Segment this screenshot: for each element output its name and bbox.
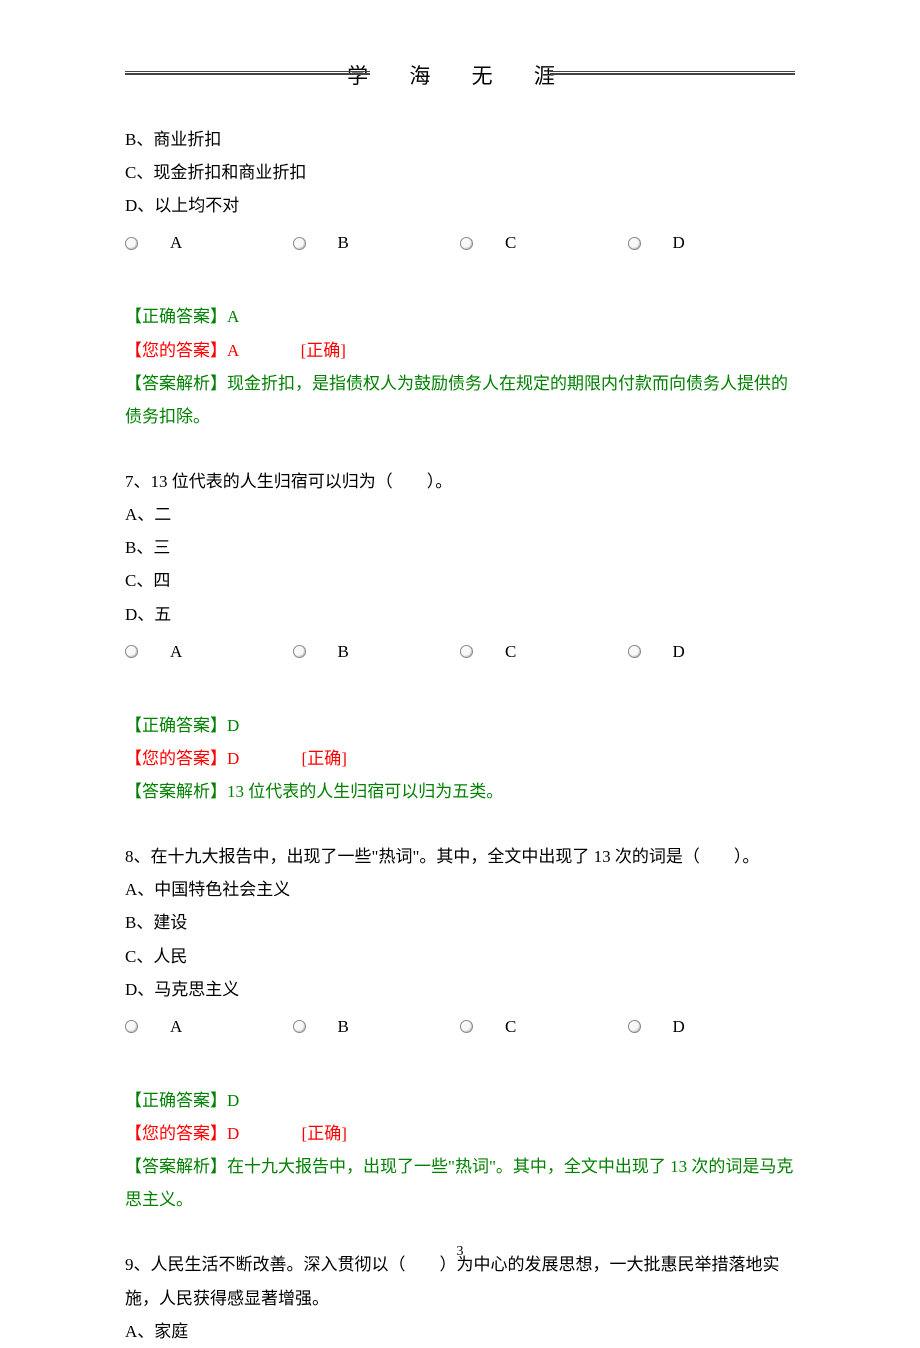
radio-icon (125, 1020, 138, 1033)
radio-icon (460, 237, 473, 250)
q7-radio-d[interactable]: D (628, 635, 796, 669)
q8-option-d: D、马克思主义 (125, 973, 795, 1006)
radio-label: B (338, 226, 349, 260)
page-header: 学 海 无 涯 (125, 60, 795, 90)
q6-your-answer: 【您的答案】A (125, 341, 238, 360)
q7-answer-block: 【正确答案】D 【您的答案】D [正确] 【答案解析】13 位代表的人生归宿可以… (125, 709, 795, 808)
radio-icon (460, 1020, 473, 1033)
radio-icon (293, 1020, 306, 1033)
q6-radio-c[interactable]: C (460, 226, 628, 260)
radio-label: C (505, 635, 516, 669)
radio-icon (125, 645, 138, 658)
q7-radio-b[interactable]: B (293, 635, 461, 669)
q7-question: 7、13 位代表的人生归宿可以归为（ ）。 (125, 465, 795, 498)
q6-status: [正确] (301, 334, 346, 367)
radio-label: B (338, 1010, 349, 1044)
q8-correct-answer: 【正确答案】D (125, 1084, 795, 1117)
q7-correct-answer: 【正确答案】D (125, 709, 795, 742)
q8-answer-block: 【正确答案】D 【您的答案】D [正确] 【答案解析】在十九大报告中，出现了一些… (125, 1084, 795, 1217)
radio-label: B (338, 635, 349, 669)
q6-your-answer-line: 【您的答案】A [正确] (125, 334, 795, 367)
radio-icon (125, 237, 138, 250)
radio-label: C (505, 226, 516, 260)
q8-explanation: 【答案解析】在十九大报告中，出现了一些"热词"。其中，全文中出现了 13 次的词… (125, 1150, 795, 1216)
q6-explanation: 【答案解析】现金折扣，是指债权人为鼓励债务人在规定的期限内付款而向债务人提供的债… (125, 367, 795, 433)
q6-option-c: C、现金折扣和商业折扣 (125, 156, 795, 189)
q8-option-b: B、建设 (125, 906, 795, 939)
radio-icon (293, 645, 306, 658)
q6-option-d: D、以上均不对 (125, 189, 795, 222)
page-number: 3 (0, 1244, 920, 1260)
q8-option-a: A、中国特色社会主义 (125, 873, 795, 906)
q6-radio-a[interactable]: A (125, 226, 293, 260)
q8-question: 8、在十九大报告中，出现了一些"热词"。其中，全文中出现了 13 次的词是（ ）… (125, 840, 795, 873)
q7-option-d: D、五 (125, 598, 795, 631)
radio-label: A (170, 635, 182, 669)
q8-radio-d[interactable]: D (628, 1010, 796, 1044)
q8-option-c: C、人民 (125, 940, 795, 973)
radio-label: A (170, 226, 182, 260)
q7-option-a: A、二 (125, 498, 795, 531)
q8-radio-group: A B C D (125, 1010, 795, 1044)
q8-your-answer-line: 【您的答案】D [正确] (125, 1117, 795, 1150)
q6-radio-group: A B C D (125, 226, 795, 260)
radio-label: D (673, 226, 685, 260)
q6-answer-block: 【正确答案】A 【您的答案】A [正确] 【答案解析】现金折扣，是指债权人为鼓励… (125, 300, 795, 433)
header-title: 学 海 无 涯 (327, 60, 593, 90)
q8-radio-a[interactable]: A (125, 1010, 293, 1044)
q7-option-c: C、四 (125, 564, 795, 597)
q8-your-answer: 【您的答案】D (125, 1124, 239, 1143)
radio-icon (460, 645, 473, 658)
q7-your-answer: 【您的答案】D (125, 749, 239, 768)
radio-label: D (673, 635, 685, 669)
q7-radio-a[interactable]: A (125, 635, 293, 669)
q7-your-answer-line: 【您的答案】D [正确] (125, 742, 795, 775)
q9-option-a: A、家庭 (125, 1315, 795, 1348)
radio-label: A (170, 1010, 182, 1044)
radio-icon (628, 1020, 641, 1033)
q8-status: [正确] (302, 1117, 347, 1150)
radio-label: C (505, 1010, 516, 1044)
radio-icon (293, 237, 306, 250)
q6-radio-b[interactable]: B (293, 226, 461, 260)
radio-icon (628, 237, 641, 250)
radio-icon (628, 645, 641, 658)
q8-radio-b[interactable]: B (293, 1010, 461, 1044)
q6-radio-d[interactable]: D (628, 226, 796, 260)
radio-label: D (673, 1010, 685, 1044)
q7-radio-group: A B C D (125, 635, 795, 669)
q8-radio-c[interactable]: C (460, 1010, 628, 1044)
q6-option-b: B、商业折扣 (125, 123, 795, 156)
q7-radio-c[interactable]: C (460, 635, 628, 669)
header-rule-left (125, 73, 370, 75)
q7-status: [正确] (302, 742, 347, 775)
q7-option-b: B、三 (125, 531, 795, 564)
header-rule-right (550, 73, 795, 75)
q6-correct-answer: 【正确答案】A (125, 300, 795, 333)
q7-explanation: 【答案解析】13 位代表的人生归宿可以归为五类。 (125, 775, 795, 808)
